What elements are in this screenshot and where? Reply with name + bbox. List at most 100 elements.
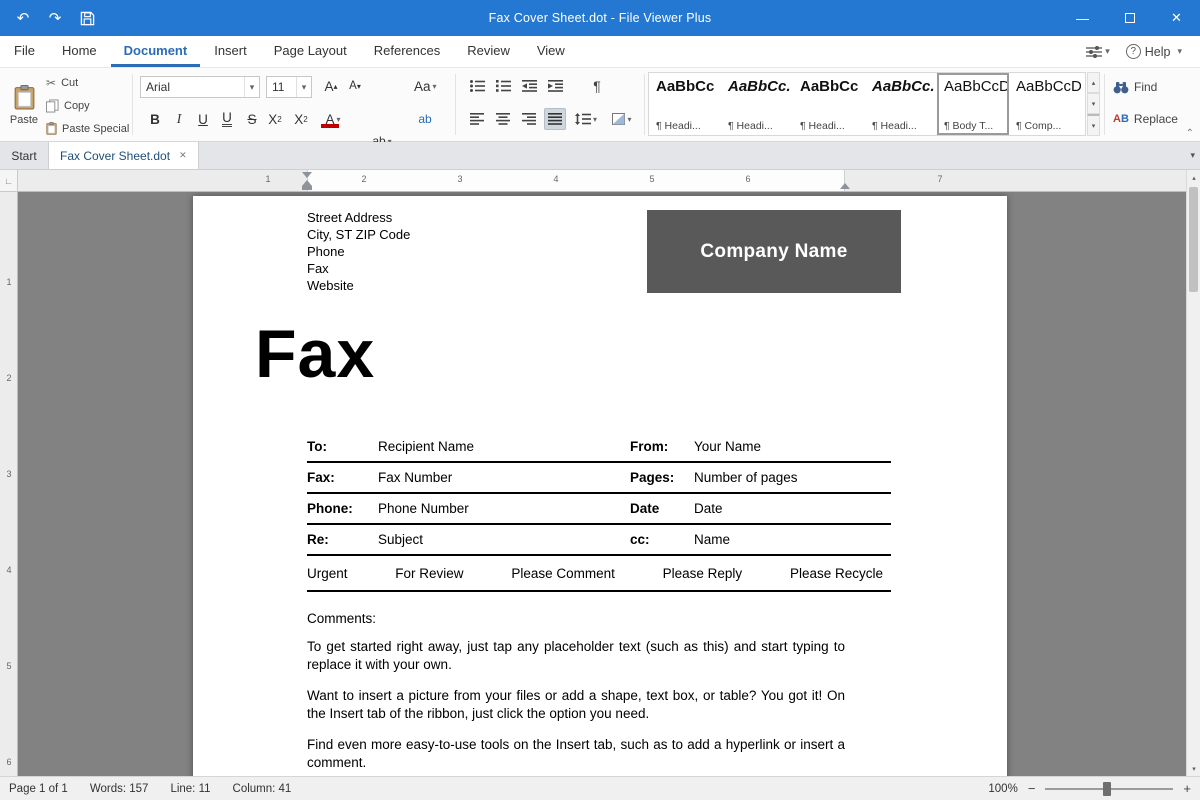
body-paragraph[interactable]: Find even more easy-to-use tools on the … (307, 736, 845, 771)
style-heading1[interactable]: AaBbCc ¶ Headi... (649, 73, 721, 135)
scroll-down-icon[interactable]: ▾ (1187, 761, 1200, 776)
style-company[interactable]: AaBbCcD ¶ Comp... (1009, 73, 1081, 135)
field-label[interactable]: To: (307, 439, 378, 454)
double-underline-button[interactable]: U (216, 108, 238, 130)
chevron-down-icon[interactable]: ▾ (244, 77, 259, 97)
increase-indent-button[interactable] (544, 75, 566, 97)
scroll-up-icon[interactable]: ▴ (1187, 170, 1200, 185)
field-label[interactable]: Phone: (307, 501, 378, 516)
justify-button[interactable] (544, 108, 566, 130)
field-value[interactable]: Recipient Name (378, 439, 630, 454)
shading-button[interactable]: ▾ (608, 108, 636, 130)
strikethrough-button[interactable]: S (241, 108, 263, 130)
superscript-button[interactable]: X2 (264, 108, 286, 130)
zoom-level[interactable]: 100% (988, 783, 1017, 795)
right-indent-marker[interactable] (840, 183, 850, 189)
address-line[interactable]: City, ST ZIP Code (307, 226, 410, 243)
field-value[interactable]: Date (694, 501, 891, 516)
close-button[interactable]: ✕ (1153, 0, 1200, 36)
decrease-indent-button[interactable] (518, 75, 540, 97)
grow-font-button[interactable]: A▴ (320, 75, 342, 97)
option-item[interactable]: For Review (395, 566, 463, 581)
scrollbar-thumb[interactable] (1189, 187, 1198, 292)
copy-button[interactable]: Copy (46, 99, 90, 113)
bold-button[interactable]: B (144, 108, 166, 130)
gallery-more-button[interactable]: ▾ (1087, 114, 1100, 136)
address-line[interactable]: Phone (307, 243, 410, 260)
minimize-button[interactable]: — (1059, 0, 1106, 36)
style-heading4[interactable]: AaBbCc. ¶ Headi... (865, 73, 937, 135)
find-button[interactable]: Find (1113, 80, 1157, 94)
save-icon[interactable] (74, 5, 100, 31)
document-body[interactable]: To get started right away, just tap any … (307, 638, 845, 776)
field-value[interactable]: Subject (378, 532, 630, 547)
address-line[interactable]: Website (307, 277, 410, 294)
underline-button[interactable]: U (192, 108, 214, 130)
style-heading3[interactable]: AaBbCc ¶ Headi... (793, 73, 865, 135)
paste-special-button[interactable]: Paste Special (46, 122, 129, 135)
tab-page-layout[interactable]: Page Layout (261, 36, 360, 67)
tab-review[interactable]: Review (454, 36, 523, 67)
show-paragraph-marks-button[interactable]: ¶ (586, 75, 608, 97)
document-title[interactable]: Fax (255, 320, 375, 388)
italic-button[interactable]: I (168, 108, 190, 130)
zoom-in-button[interactable]: + (1183, 781, 1191, 796)
field-label[interactable]: Pages: (630, 470, 694, 485)
line-spacing-button[interactable]: ▾ (572, 108, 600, 130)
field-label[interactable]: Re: (307, 532, 378, 547)
align-right-button[interactable] (518, 108, 540, 130)
vertical-scrollbar[interactable]: ▴ ▾ (1186, 170, 1200, 776)
option-item[interactable]: Please Reply (663, 566, 743, 581)
tab-insert[interactable]: Insert (201, 36, 260, 67)
gallery-up-button[interactable]: ▴ (1087, 72, 1100, 93)
document-page[interactable]: Street Address City, ST ZIP Code Phone F… (193, 196, 1007, 776)
collapse-ribbon-icon[interactable]: ⌃ (1186, 128, 1194, 139)
replace-button[interactable]: AB Replace (1113, 112, 1178, 126)
help-button[interactable]: ? Help ▾ (1126, 44, 1182, 59)
subscript-button[interactable]: X2 (290, 108, 312, 130)
field-label[interactable]: From: (630, 439, 694, 454)
tab-start[interactable]: Start (0, 142, 48, 169)
tab-file[interactable]: File (1, 36, 48, 67)
address-line[interactable]: Street Address (307, 209, 410, 226)
cut-button[interactable]: ✂ Cut (46, 76, 78, 90)
option-item[interactable]: Please Comment (511, 566, 615, 581)
body-paragraph[interactable]: To get started right away, just tap any … (307, 638, 845, 673)
tab-references[interactable]: References (361, 36, 453, 67)
tab-selector-box[interactable]: ∟ (0, 170, 18, 192)
address-block[interactable]: Street Address City, ST ZIP Code Phone F… (307, 209, 410, 294)
align-left-button[interactable] (466, 108, 488, 130)
address-line[interactable]: Fax (307, 260, 410, 277)
option-item[interactable]: Urgent (307, 566, 348, 581)
option-item[interactable]: Please Recycle (790, 566, 883, 581)
field-label[interactable]: Fax: (307, 470, 378, 485)
paste-button[interactable]: Paste (6, 72, 42, 138)
view-options-button[interactable]: ▾ (1086, 46, 1110, 58)
field-value[interactable]: Name (694, 532, 891, 547)
company-name-box[interactable]: Company Name (647, 210, 901, 293)
field-value[interactable]: Fax Number (378, 470, 630, 485)
text-effects-button[interactable]: ab (414, 108, 436, 130)
field-value[interactable]: Phone Number (378, 501, 630, 516)
zoom-slider-thumb[interactable] (1103, 782, 1111, 796)
style-body-text[interactable]: AaBbCcD ¶ Body T... (937, 73, 1009, 135)
tab-list-caret-icon[interactable]: ▾ (1190, 150, 1195, 161)
shrink-font-button[interactable]: A▾ (344, 75, 366, 97)
font-family-select[interactable]: Arial ▾ (140, 76, 260, 98)
numbered-list-button[interactable] (492, 75, 514, 97)
chevron-down-icon[interactable]: ▾ (296, 77, 311, 97)
style-heading2[interactable]: AaBbCc. ¶ Headi... (721, 73, 793, 135)
first-line-indent-marker[interactable] (302, 172, 312, 178)
status-words[interactable]: Words: 157 (90, 783, 149, 795)
redo-icon[interactable]: ↷ (42, 5, 68, 31)
zoom-out-button[interactable]: − (1028, 781, 1036, 796)
tab-home[interactable]: Home (49, 36, 110, 67)
left-indent-marker[interactable] (302, 186, 312, 190)
maximize-button[interactable] (1106, 0, 1153, 36)
align-center-button[interactable] (492, 108, 514, 130)
zoom-slider[interactable] (1045, 788, 1173, 790)
change-case-button[interactable]: Aa▾ (414, 75, 437, 97)
comments-label[interactable]: Comments: (307, 611, 376, 626)
tab-view[interactable]: View (524, 36, 578, 67)
font-color-button[interactable]: A ▾ (318, 108, 348, 130)
